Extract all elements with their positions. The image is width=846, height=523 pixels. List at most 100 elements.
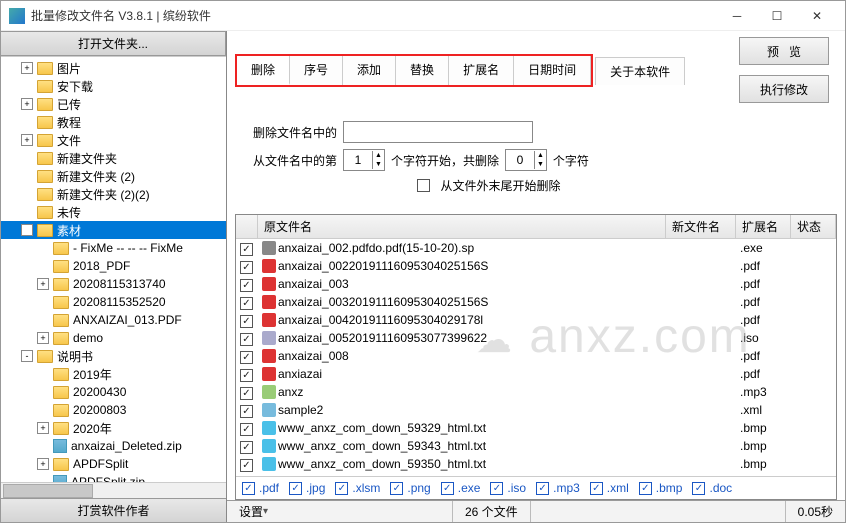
- tab-3[interactable]: 替换: [396, 56, 449, 85]
- expand-icon[interactable]: +: [37, 458, 49, 470]
- col-new-name[interactable]: 新文件名: [666, 215, 736, 238]
- close-button[interactable]: ✕: [797, 2, 837, 30]
- delete-substr-input[interactable]: [343, 121, 533, 143]
- tab-1[interactable]: 序号: [290, 56, 343, 85]
- row-checkbox[interactable]: [240, 423, 253, 436]
- tree-item[interactable]: 20208115352520: [1, 293, 226, 311]
- filter-checkbox[interactable]: [490, 482, 503, 495]
- tree-h-scrollbar[interactable]: [1, 482, 226, 498]
- row-checkbox[interactable]: [240, 459, 253, 472]
- row-checkbox[interactable]: [240, 441, 253, 454]
- tree-item[interactable]: 2018_PDF: [1, 257, 226, 275]
- from-end-checkbox[interactable]: [417, 179, 430, 192]
- filter-checkbox[interactable]: [639, 482, 652, 495]
- filter-bmp[interactable]: .bmp: [639, 481, 683, 495]
- row-checkbox[interactable]: [240, 351, 253, 364]
- tab-5[interactable]: 日期时间: [514, 56, 591, 85]
- filter-checkbox[interactable]: [590, 482, 603, 495]
- row-checkbox[interactable]: [240, 243, 253, 256]
- filter-checkbox[interactable]: [242, 482, 255, 495]
- tree-item[interactable]: -素材: [1, 221, 226, 239]
- tree-item[interactable]: 20200803: [1, 401, 226, 419]
- preview-button[interactable]: 预览: [739, 37, 829, 65]
- file-row[interactable]: anxaizai_008.pdf: [236, 347, 836, 365]
- tree-item[interactable]: +APDFSplit: [1, 455, 226, 473]
- tree-item[interactable]: 2019年: [1, 365, 226, 383]
- file-row[interactable]: anxaizai_00220191116095304025156S.pdf: [236, 257, 836, 275]
- filter-png[interactable]: .png: [390, 481, 430, 495]
- tree-item[interactable]: +20208115313740: [1, 275, 226, 293]
- row-checkbox[interactable]: [240, 279, 253, 292]
- collapse-icon[interactable]: -: [21, 350, 33, 362]
- expand-icon[interactable]: +: [21, 134, 33, 146]
- collapse-icon[interactable]: -: [21, 224, 33, 236]
- tab-about[interactable]: 关于本软件: [595, 57, 685, 85]
- tree-item[interactable]: 20200430: [1, 383, 226, 401]
- row-checkbox[interactable]: [240, 261, 253, 274]
- file-row[interactable]: sample2.xml: [236, 401, 836, 419]
- file-row[interactable]: www_anxz_com_down_59350_html.txt.bmp: [236, 455, 836, 473]
- row-checkbox[interactable]: [240, 297, 253, 310]
- expand-icon[interactable]: +: [37, 422, 49, 434]
- tree-item[interactable]: 安下载: [1, 77, 226, 95]
- filter-jpg[interactable]: .jpg: [289, 481, 325, 495]
- tree-item[interactable]: ANXAIZAI_013.PDF: [1, 311, 226, 329]
- file-row[interactable]: www_anxz_com_down_59329_html.txt.bmp: [236, 419, 836, 437]
- row-checkbox[interactable]: [240, 369, 253, 382]
- file-row[interactable]: anxaizai_00320191116095304025156S.pdf: [236, 293, 836, 311]
- filter-xml[interactable]: .xml: [590, 481, 629, 495]
- expand-icon[interactable]: +: [37, 278, 49, 290]
- folder-tree[interactable]: +图片安下载+已传教程+文件新建文件夹新建文件夹 (2)新建文件夹 (2)(2)…: [1, 56, 226, 482]
- expand-icon[interactable]: +: [37, 332, 49, 344]
- file-row[interactable]: anxaizai_005201911160953077399622.iso: [236, 329, 836, 347]
- tree-item[interactable]: APDFSplit.zip: [1, 473, 226, 482]
- maximize-button[interactable]: ☐: [757, 2, 797, 30]
- row-checkbox[interactable]: [240, 405, 253, 418]
- filter-pdf[interactable]: .pdf: [242, 481, 279, 495]
- col-original-name[interactable]: 原文件名: [258, 215, 666, 238]
- file-row[interactable]: www_anxz_com_down_59343_html.txt.bmp: [236, 437, 836, 455]
- filter-checkbox[interactable]: [441, 482, 454, 495]
- file-row[interactable]: anxz.mp3: [236, 383, 836, 401]
- tree-item[interactable]: 新建文件夹: [1, 149, 226, 167]
- tree-item[interactable]: -说明书: [1, 347, 226, 365]
- file-row[interactable]: anxiazai.pdf: [236, 365, 836, 383]
- apply-button[interactable]: 执行修改: [739, 75, 829, 103]
- tree-item[interactable]: 新建文件夹 (2): [1, 167, 226, 185]
- file-row[interactable]: anxaizai_002.pdfdo.pdf(15-10-20).sp.exe: [236, 239, 836, 257]
- filter-checkbox[interactable]: [335, 482, 348, 495]
- tree-item[interactable]: +2020年: [1, 419, 226, 437]
- start-char-spinner[interactable]: 1▲▼: [343, 149, 385, 171]
- filter-checkbox[interactable]: [692, 482, 705, 495]
- filter-checkbox[interactable]: [536, 482, 549, 495]
- filter-xlsm[interactable]: .xlsm: [335, 481, 380, 495]
- filter-checkbox[interactable]: [289, 482, 302, 495]
- count-char-spinner[interactable]: 0▲▼: [505, 149, 547, 171]
- tree-item[interactable]: anxaizai_Deleted.zip: [1, 437, 226, 455]
- open-folder-button[interactable]: 打开文件夹...: [1, 31, 226, 56]
- filter-doc[interactable]: .doc: [692, 481, 732, 495]
- minimize-button[interactable]: ─: [717, 2, 757, 30]
- tree-item[interactable]: +demo: [1, 329, 226, 347]
- file-row[interactable]: anxaizai_003.pdf: [236, 275, 836, 293]
- tree-item[interactable]: 未传: [1, 203, 226, 221]
- tree-item[interactable]: - FixMe -- -- -- FixMe: [1, 239, 226, 257]
- filter-exe[interactable]: .exe: [441, 481, 481, 495]
- row-checkbox[interactable]: [240, 387, 253, 400]
- col-checkbox[interactable]: [236, 215, 258, 238]
- tree-item[interactable]: +图片: [1, 59, 226, 77]
- col-status[interactable]: 状态: [791, 215, 836, 238]
- donate-button[interactable]: 打赏软件作者: [1, 498, 226, 522]
- tab-4[interactable]: 扩展名: [449, 56, 514, 85]
- tree-item[interactable]: 教程: [1, 113, 226, 131]
- row-checkbox[interactable]: [240, 315, 253, 328]
- filter-mp3[interactable]: .mp3: [536, 481, 580, 495]
- tree-item[interactable]: +文件: [1, 131, 226, 149]
- tree-item[interactable]: 新建文件夹 (2)(2): [1, 185, 226, 203]
- expand-icon[interactable]: +: [21, 62, 33, 74]
- col-extension[interactable]: 扩展名: [736, 215, 791, 238]
- row-checkbox[interactable]: [240, 333, 253, 346]
- filter-checkbox[interactable]: [390, 482, 403, 495]
- tab-0[interactable]: 删除: [237, 56, 290, 85]
- filter-iso[interactable]: .iso: [490, 481, 526, 495]
